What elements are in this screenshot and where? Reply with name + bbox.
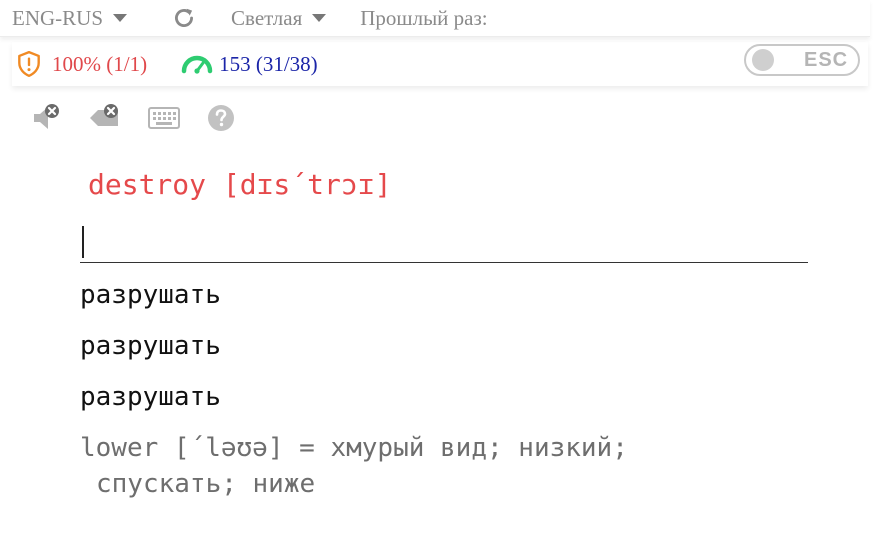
direction-label: ENG-RUS bbox=[12, 5, 104, 30]
hint-line: спускать; ниже bbox=[96, 469, 316, 499]
theme-label: Светлая bbox=[231, 5, 303, 30]
esc-toggle[interactable]: ESC bbox=[744, 44, 860, 76]
help-icon[interactable] bbox=[206, 103, 236, 133]
chevron-down-icon bbox=[113, 14, 128, 22]
previous-word-hint: lower [´ləʊə] = хмурый вид; низкий; спус… bbox=[80, 430, 780, 502]
mute-icon[interactable] bbox=[30, 102, 62, 134]
word-prompt: destroy [dɪs´trɔɪ] bbox=[88, 168, 392, 201]
option-item[interactable]: разрушать bbox=[80, 382, 221, 412]
option-item[interactable]: разрушать bbox=[80, 331, 221, 361]
keyboard-icon[interactable] bbox=[148, 106, 180, 130]
icon-toolbar bbox=[30, 100, 262, 136]
refresh-icon[interactable] bbox=[171, 5, 197, 31]
hint-line: lower [´ləʊə] = хмурый вид; низкий; bbox=[80, 433, 628, 463]
toggle-knob bbox=[752, 49, 774, 71]
speedometer-icon bbox=[181, 54, 213, 74]
clear-icon[interactable] bbox=[88, 103, 122, 133]
top-bar: ENG-RUS Светлая Прошлый раз: bbox=[0, 0, 870, 37]
text-cursor bbox=[82, 226, 84, 258]
answer-input[interactable] bbox=[80, 222, 808, 263]
last-time-label: Прошлый раз: bbox=[360, 5, 488, 30]
option-item[interactable]: разрушать bbox=[80, 280, 221, 310]
chevron-down-icon bbox=[312, 14, 327, 22]
stats-bar: 100% (1/1) 153 (31/38) ESC bbox=[12, 42, 868, 86]
speed-stat: 153 (31/38) bbox=[219, 51, 318, 76]
esc-label: ESC bbox=[804, 48, 849, 71]
accuracy-stat: 100% (1/1) bbox=[52, 51, 148, 76]
theme-dropdown[interactable]: Светлая bbox=[231, 5, 327, 31]
shield-icon bbox=[16, 50, 42, 78]
direction-dropdown[interactable]: ENG-RUS bbox=[12, 5, 128, 31]
